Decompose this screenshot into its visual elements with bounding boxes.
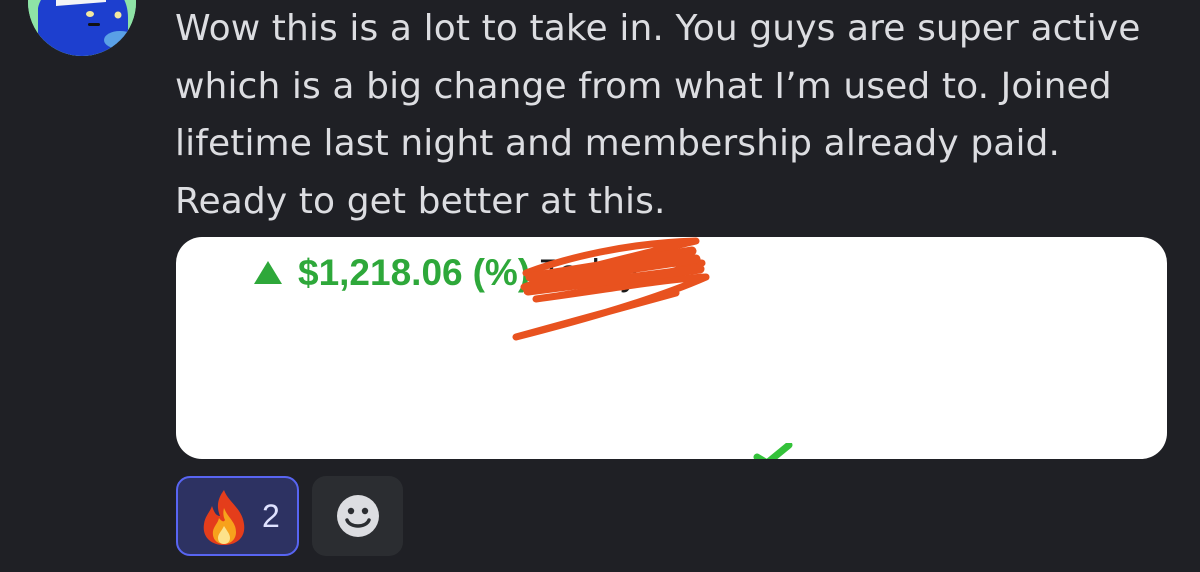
fire-emoji-icon xyxy=(203,490,245,545)
up-triangle-icon xyxy=(254,260,282,284)
user-avatar[interactable] xyxy=(28,0,136,56)
message-content: Wow this is a lot to take in. You guys a… xyxy=(175,0,1175,230)
add-reaction-button[interactable] xyxy=(312,476,403,556)
check-mark-icon xyxy=(753,443,793,459)
image-attachment[interactable]: $1,218.06 (%) Today xyxy=(176,237,1167,459)
message-line: Wow this is a lot to take in. You guys a… xyxy=(175,8,1141,49)
reaction-count: 2 xyxy=(262,498,280,534)
add-reaction-smiley-icon xyxy=(337,495,379,537)
message-line: which is a big change from what I’m used… xyxy=(175,65,1112,107)
gain-amount: $1,218.06 xyxy=(298,252,463,293)
avatar-character-icon xyxy=(28,0,136,56)
message-line: lifetime last night and membership alrea… xyxy=(175,123,1061,164)
message-line: Ready to get better at this. xyxy=(175,180,666,222)
redaction-scribble xyxy=(512,237,710,341)
fire-reaction-button[interactable]: 2 xyxy=(176,476,299,556)
